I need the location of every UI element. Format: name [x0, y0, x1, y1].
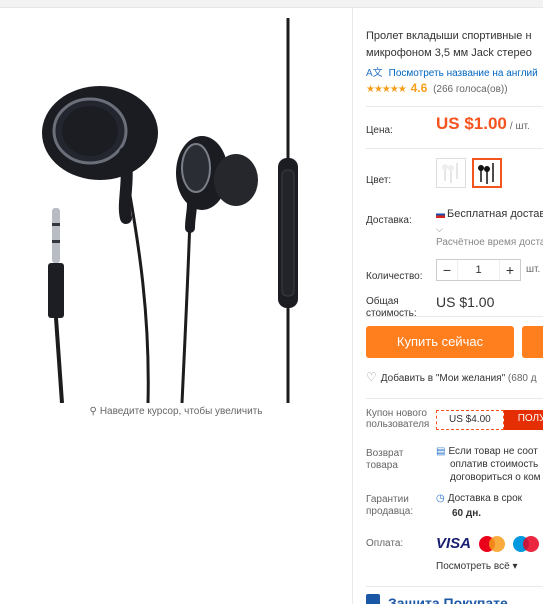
- zoom-hint-text: Наведите курсор, чтобы увеличить: [99, 406, 263, 417]
- translate-link-text[interactable]: Посмотреть название на англий: [389, 68, 538, 79]
- returns-policy: ▤ Если товар не соот оплатив стоимость до…: [436, 445, 541, 484]
- guarantee-label: Гарантии продавца:: [366, 494, 413, 518]
- color-option-white[interactable]: [436, 158, 466, 188]
- coupon-label-line: Купон нового: [366, 408, 427, 419]
- star-rating-icon: ★★★★★: [366, 84, 407, 95]
- product-title: Пролет вкладыши спортивные н микрофоном …: [366, 28, 543, 62]
- shipping-estimate: Расчётное время доста: [436, 237, 543, 248]
- translate-icon: A文: [366, 68, 383, 79]
- wishlist-count: (680 д: [507, 373, 537, 384]
- get-coupon-button[interactable]: ПОЛУ: [503, 410, 543, 430]
- buyer-protection[interactable]: Защита Покупате: [366, 594, 508, 604]
- price-unit: / шт.: [509, 121, 530, 132]
- returns-label-line: Возврат: [366, 448, 404, 459]
- quantity-input[interactable]: 1: [457, 260, 500, 280]
- coupon-label-line: пользователя: [366, 419, 430, 430]
- clock-icon: ◷: [436, 493, 445, 504]
- maestro-logo-icon: [513, 535, 540, 552]
- payment-label: Оплата:: [366, 538, 404, 549]
- chevron-down-icon: ▾: [512, 561, 518, 572]
- returns-text-line: договориться о ком: [450, 472, 541, 483]
- heart-plus-icon: ♡: [366, 370, 377, 384]
- product-gallery: ⚲ Наведите курсор, чтобы увеличить: [0, 8, 352, 604]
- price-value: US $1.00/ шт.: [436, 114, 530, 134]
- divider: [366, 148, 543, 149]
- see-all-text[interactable]: Посмотреть всё: [436, 561, 510, 572]
- color-row: Цвет:: [366, 158, 543, 188]
- visa-logo-icon: VISA: [436, 535, 472, 552]
- returns-label: Возврат товара: [366, 448, 404, 472]
- white-earphones-thumbnail-icon: [442, 163, 458, 183]
- title-line: микрофоном 3,5 мм Jack стерео: [366, 47, 532, 59]
- flag-icon: [436, 210, 445, 218]
- returns-text-line: Если товар не соот: [448, 446, 538, 457]
- shipping-row: Доставка: Бесплатная доставка ⌵ Расчётно…: [366, 208, 543, 248]
- guarantee-label-line: Гарантии: [366, 494, 409, 505]
- votes-count[interactable]: (266 голоса(ов)): [433, 84, 508, 95]
- divider: [366, 106, 543, 107]
- product-info-panel: Пролет вкладыши спортивные н микрофоном …: [366, 8, 543, 604]
- divider: [366, 316, 543, 317]
- shipping-dropdown-icon[interactable]: ⌵: [436, 224, 443, 235]
- new-user-coupon[interactable]: US $4.00 ПОЛУ: [436, 410, 543, 430]
- translate-link[interactable]: A文 Посмотреть название на англий: [366, 64, 538, 79]
- payment-methods: VISA: [436, 535, 543, 552]
- guarantee-days: 60 дн.: [452, 508, 482, 519]
- rating-value: 4.6: [410, 81, 428, 95]
- price-label: Цена:: [366, 125, 393, 136]
- coupon-amount: US $4.00: [436, 410, 504, 430]
- add-to-cart-button[interactable]: [522, 326, 543, 358]
- price-row: Цена: US $1.00/ шт.: [366, 114, 543, 138]
- product-image[interactable]: [30, 18, 330, 403]
- title-line: Пролет вкладыши спортивные н: [366, 30, 532, 42]
- coupon-label: Купон нового пользователя: [366, 408, 429, 430]
- returns-text-line: оплатив стоимость: [450, 459, 539, 470]
- color-label: Цвет:: [366, 175, 392, 186]
- returns-label-line: товара: [366, 460, 398, 471]
- quantity-increase-button[interactable]: +: [500, 262, 520, 278]
- black-earphones-thumbnail-icon: [478, 163, 494, 184]
- quantity-label: Количество:: [366, 271, 423, 282]
- magnifier-icon: ⚲: [89, 406, 97, 417]
- quantity-row: Количество: − 1 + шт.: [366, 259, 543, 284]
- price-amount: US $1.00: [436, 114, 507, 133]
- shipping-method[interactable]: Бесплатная доставка: [436, 208, 543, 220]
- shipping-method-text[interactable]: Бесплатная доставка: [447, 208, 543, 220]
- add-to-wishlist-link[interactable]: ♡ Добавить в "Мои желания" (680 д: [366, 370, 537, 384]
- return-icon: ▤: [436, 446, 446, 457]
- wishlist-text[interactable]: Добавить в "Мои желания": [381, 373, 505, 384]
- quantity-unit: шт.: [526, 264, 541, 275]
- seller-guarantee: ◷ Доставка в срок 60 дн.: [436, 491, 522, 521]
- guarantee-text: Доставка в срок: [447, 493, 523, 504]
- see-all-payments-link[interactable]: Посмотреть всё ▾: [436, 561, 517, 572]
- rating-row[interactable]: ★★★★★ 4.6 (266 голоса(ов)): [366, 81, 508, 95]
- color-option-black[interactable]: [472, 158, 502, 188]
- divider: [352, 8, 353, 604]
- guarantee-label-line: продавца:: [366, 506, 414, 517]
- top-strip: [0, 0, 543, 8]
- quantity-decrease-button[interactable]: −: [437, 262, 457, 278]
- zoom-hint: ⚲ Наведите курсор, чтобы увеличить: [0, 406, 352, 417]
- divider: [366, 398, 543, 399]
- mastercard-logo-icon: [479, 535, 506, 552]
- total-value: US $1.00: [436, 294, 495, 310]
- quantity-stepper[interactable]: − 1 +: [436, 259, 521, 281]
- shield-icon: [366, 594, 380, 604]
- shipping-label: Доставка:: [366, 215, 412, 226]
- buyer-protection-title: Защита Покупате: [388, 595, 508, 604]
- divider: [366, 586, 543, 587]
- buy-now-button[interactable]: Купить сейчас: [366, 326, 514, 358]
